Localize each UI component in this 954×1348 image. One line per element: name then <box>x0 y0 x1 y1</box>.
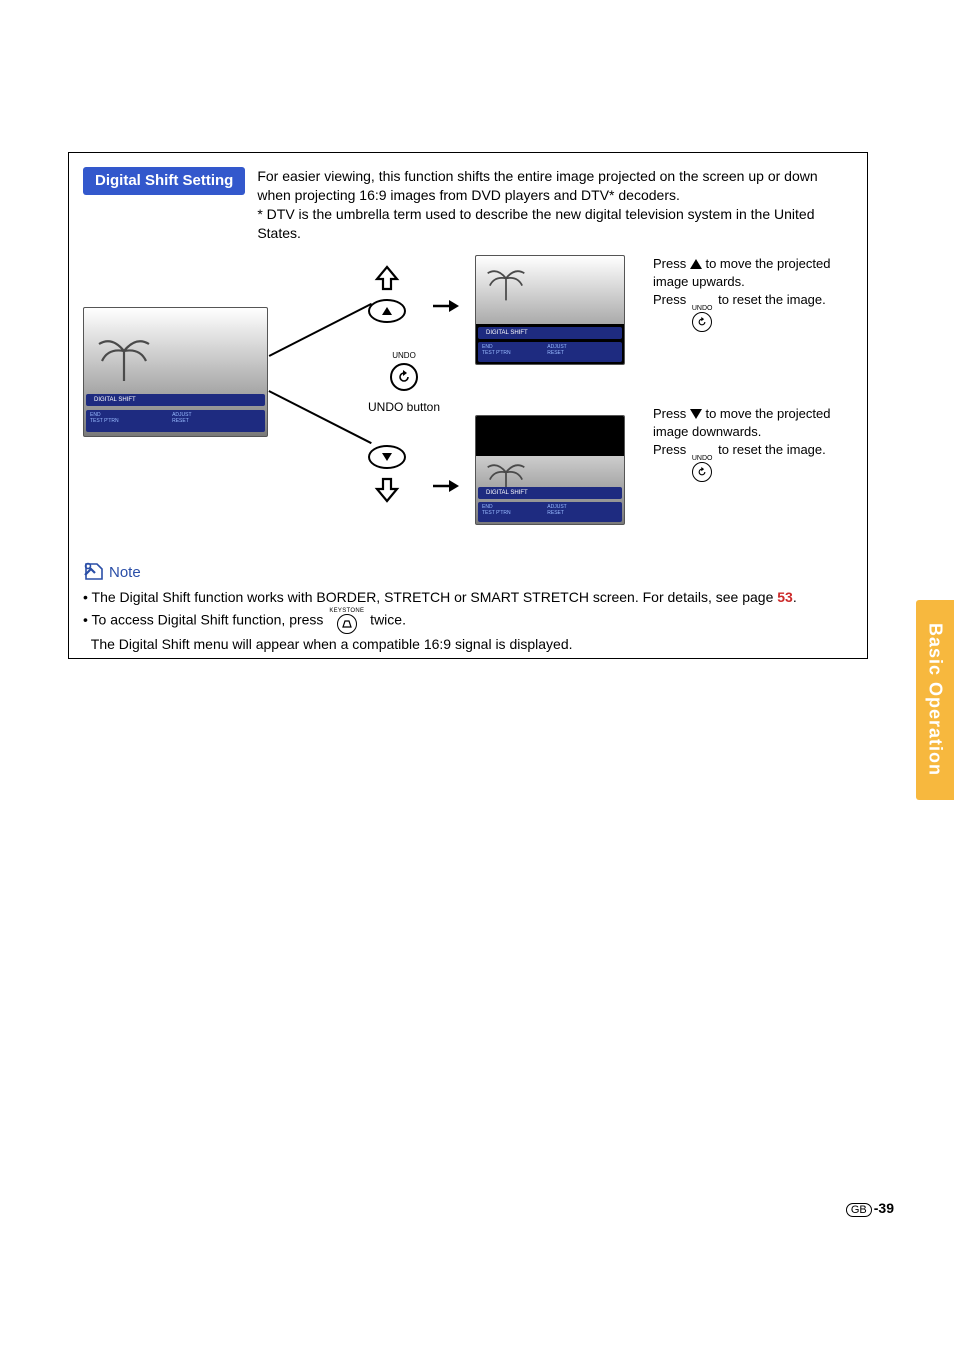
osd-title-bar: DIGITAL SHIFT <box>478 487 622 499</box>
palm-tree-icon <box>484 260 528 304</box>
undo-button-icon <box>390 363 418 391</box>
palm-tree-icon <box>94 326 154 386</box>
gb-badge: GB <box>846 1203 872 1217</box>
oval-up-button-icon <box>368 299 406 323</box>
page-53-link[interactable]: 53 <box>777 589 793 605</box>
digital-shift-section: Digital Shift Setting For easier viewing… <box>68 152 868 659</box>
undo-small-label: UNDO <box>392 351 416 362</box>
diagram-screen-shifted-down: DIGITAL SHIFT ENDADJUST TEST P'TRNRESET <box>475 415 625 525</box>
osd-title-bar: DIGITAL SHIFT <box>86 394 265 406</box>
diagram-screen-shifted-up: DIGITAL SHIFT ENDADJUST TEST P'TRNRESET <box>475 255 625 365</box>
diagram: DIGITAL SHIFT ENDADJUST TEST P'TRNRESET … <box>83 255 853 555</box>
down-instruction-block: Press to move the projected image downwa… <box>653 405 848 482</box>
flow-arrow-icon <box>431 473 459 503</box>
undo-button-inline-icon: UNDO <box>692 305 713 332</box>
side-tab-basic-operation: Basic Operation <box>916 600 954 800</box>
desc-para-2: * DTV is the umbrella term used to descr… <box>257 205 853 243</box>
triangle-up-icon <box>690 259 702 269</box>
up-arrow-indicator <box>368 263 406 323</box>
osd-title-bar: DIGITAL SHIFT <box>478 327 622 339</box>
section-description: For easier viewing, this function shifts… <box>257 167 853 243</box>
page: Basic Operation Digital Shift Setting Fo… <box>0 0 954 1348</box>
section-title-pill: Digital Shift Setting <box>83 167 245 195</box>
page-number: GB-39 <box>846 1200 894 1216</box>
bullet-1: • The Digital Shift function works with … <box>83 587 853 607</box>
undo-button-inline-icon: UNDO <box>692 455 713 482</box>
desc-para-1: For easier viewing, this function shifts… <box>257 167 853 205</box>
triangle-down-icon <box>690 409 702 419</box>
header-row: Digital Shift Setting For easier viewing… <box>83 167 853 243</box>
side-tab-label: Basic Operation <box>925 623 946 776</box>
note-heading: Note <box>83 561 853 586</box>
osd-sub-bar: ENDADJUST TEST P'TRNRESET <box>478 342 622 362</box>
note-icon <box>83 561 105 586</box>
connector-line-down <box>269 390 372 444</box>
down-arrow-icon <box>371 473 403 505</box>
undo-button-group: UNDO UNDO button <box>368 351 440 416</box>
note-label: Note <box>109 563 141 583</box>
osd-sub-bar: ENDADJUST TEST P'TRNRESET <box>86 410 265 432</box>
black-bar <box>476 416 624 456</box>
up-arrow-icon <box>371 263 403 295</box>
osd-sub-bar: ENDADJUST TEST P'TRNRESET <box>478 502 622 522</box>
flow-arrow-icon <box>431 293 459 323</box>
page-number-value: -39 <box>874 1200 894 1216</box>
note-bullets: • The Digital Shift function works with … <box>83 587 853 654</box>
undo-button-caption: UNDO button <box>368 399 440 415</box>
down-arrow-indicator <box>368 445 406 505</box>
bullet-2: • To access Digital Shift function, pres… <box>83 608 853 654</box>
oval-down-button-icon <box>368 445 406 469</box>
diagram-screen-source: DIGITAL SHIFT ENDADJUST TEST P'TRNRESET <box>83 307 268 437</box>
connector-line-up <box>269 302 372 356</box>
up-instruction-block: Press to move the projected image upward… <box>653 255 848 332</box>
keystone-button-inline-icon: KEYSTONE <box>329 608 364 634</box>
